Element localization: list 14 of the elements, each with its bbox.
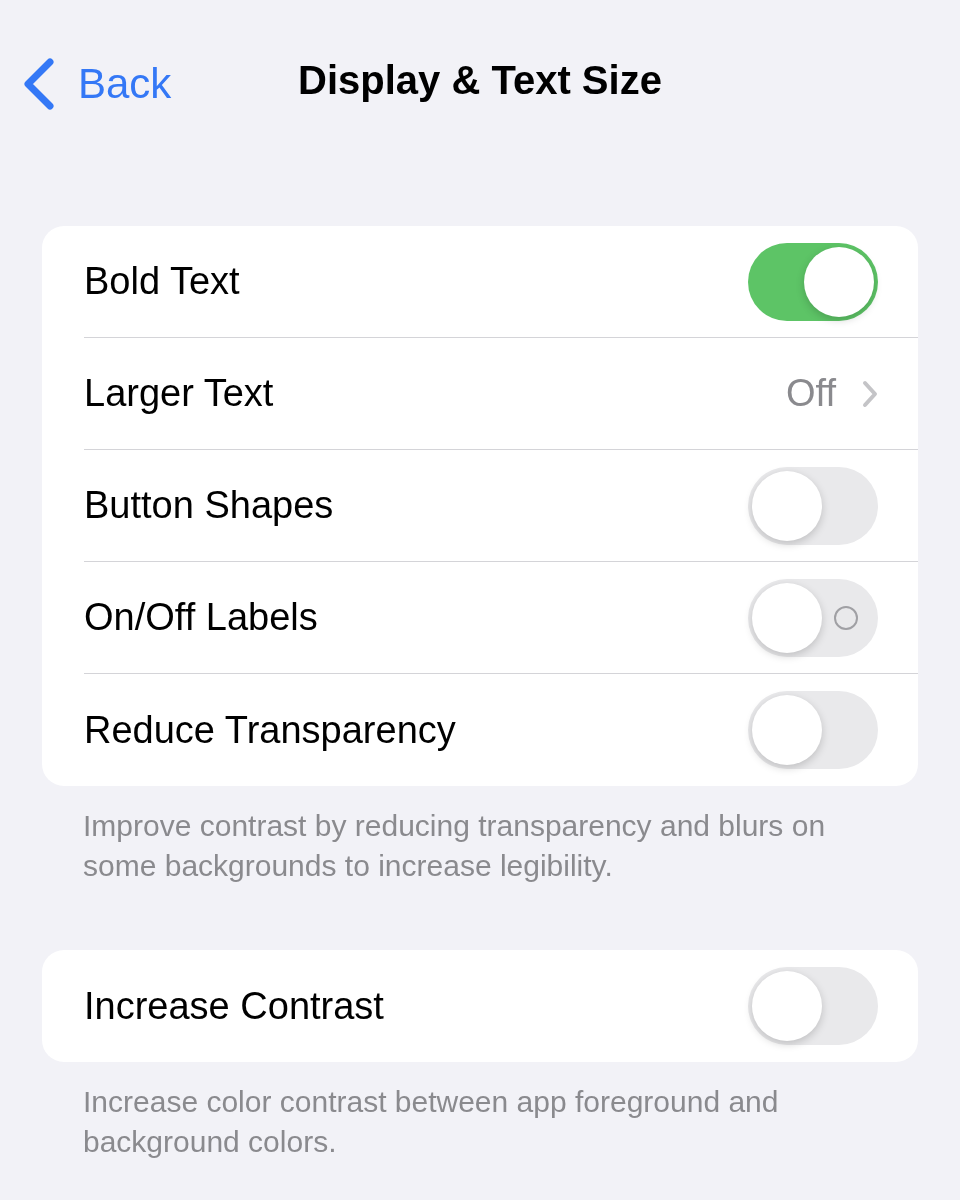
page-title: Display & Text Size bbox=[298, 57, 662, 104]
row-label: Bold Text bbox=[84, 259, 240, 304]
row-label: Larger Text bbox=[84, 371, 274, 416]
off-label-icon bbox=[834, 605, 858, 630]
row-label: Button Shapes bbox=[84, 483, 334, 528]
footer-note: Improve contrast by reducing transparency and blurs on some backgrounds to increase legibility. bbox=[83, 808, 827, 884]
footer-note: Increase color contrast between app foreground and background colors. bbox=[83, 1084, 780, 1160]
row-label: Increase Contrast bbox=[84, 983, 384, 1029]
chevron-right-icon bbox=[862, 379, 878, 408]
back-button[interactable]: Back bbox=[22, 52, 172, 115]
row-label: On/Off Labels bbox=[84, 595, 318, 640]
row-label: Reduce Transparency bbox=[84, 707, 456, 753]
row-value: Off bbox=[786, 371, 836, 416]
chevron-left-icon bbox=[22, 57, 56, 110]
